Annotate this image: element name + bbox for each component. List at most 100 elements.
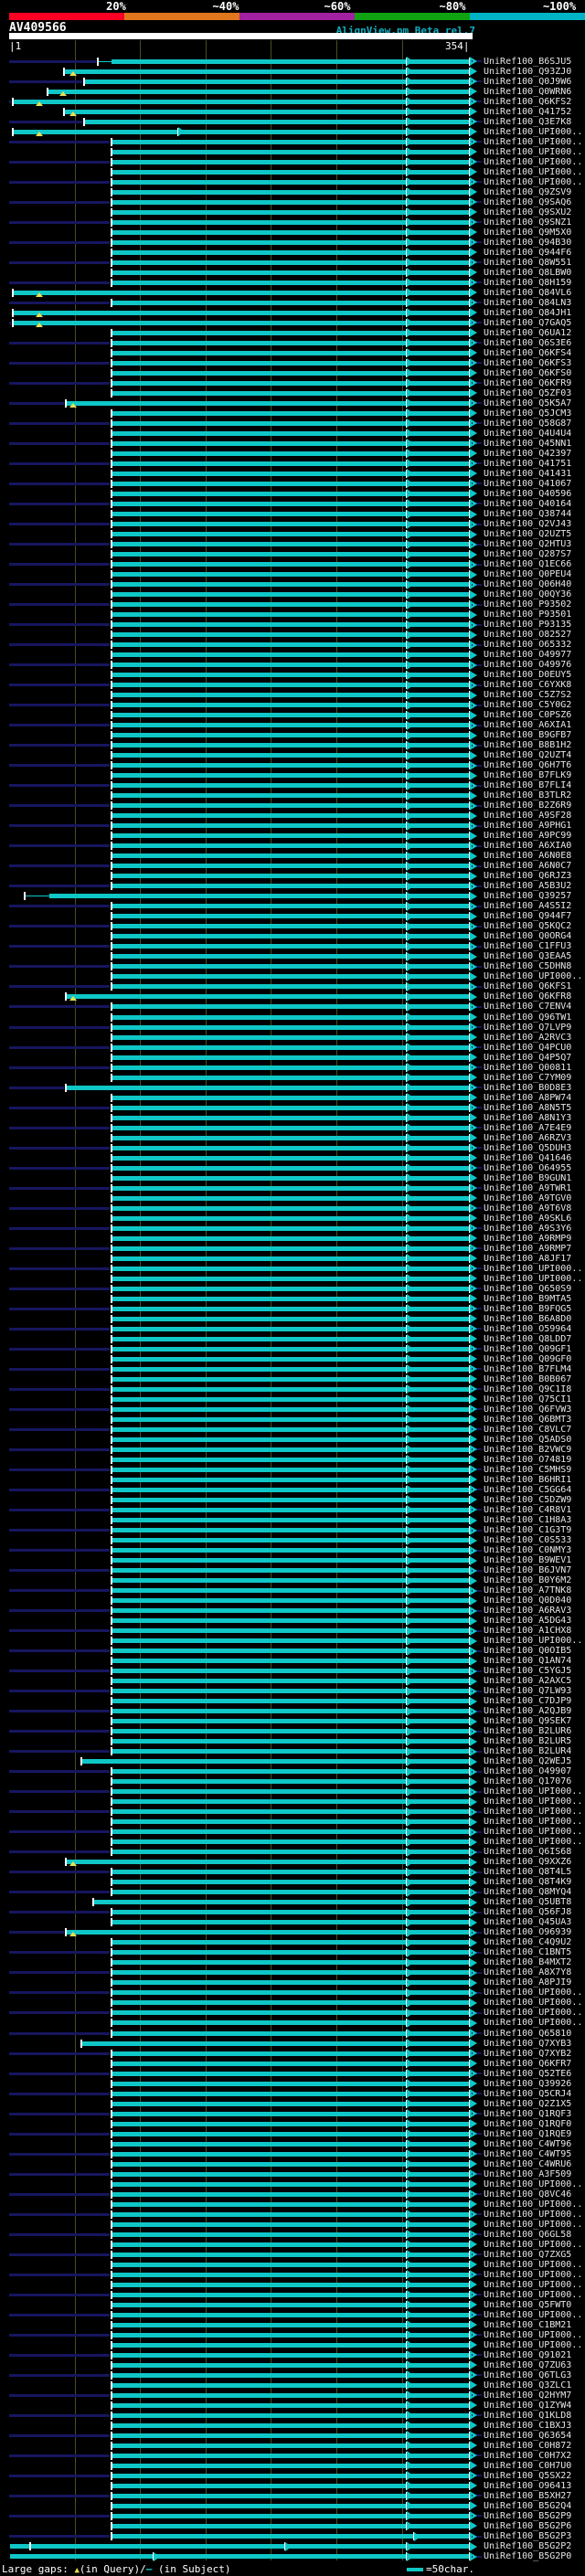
- hit-alignment-bar[interactable]: [111, 1608, 471, 1613]
- hit-alignment-bar[interactable]: [111, 733, 471, 738]
- hit-alignment-bar[interactable]: [111, 2463, 471, 2468]
- hit-alignment-bar[interactable]: [111, 1276, 471, 1281]
- hit-label[interactable]: UniRef100_UPI000..: [484, 2310, 582, 2320]
- hit-label[interactable]: UniRef100_B2LUR4: [484, 1746, 571, 1756]
- hit-alignment-bar[interactable]: [111, 2422, 471, 2428]
- hit-label[interactable]: UniRef100_Q6GL58: [484, 2230, 571, 2240]
- hit-label[interactable]: UniRef100_Q84JH1: [484, 308, 571, 318]
- hit-label[interactable]: UniRef100_A9PHG1: [484, 821, 571, 831]
- hit-label[interactable]: UniRef100_Q1RQE9: [484, 2129, 571, 2139]
- hit-label[interactable]: UniRef100_B5G2P9: [484, 2511, 571, 2521]
- hit-label[interactable]: UniRef100_Q7GAQ5: [484, 318, 571, 328]
- hit-alignment-bar[interactable]: [111, 904, 471, 909]
- hit-label[interactable]: UniRef100_Q41646: [484, 1153, 571, 1163]
- hit-label[interactable]: UniRef100_Q91021: [484, 2350, 571, 2360]
- hit-label[interactable]: UniRef100_Q41067: [484, 479, 571, 489]
- hit-alignment-bar[interactable]: [111, 209, 471, 215]
- hit-alignment-bar[interactable]: [111, 1467, 471, 1472]
- hit-label[interactable]: UniRef100_UPI000..: [484, 147, 582, 157]
- hit-label[interactable]: UniRef100_A6XIA0: [484, 841, 571, 851]
- hit-label[interactable]: UniRef100_A2AXC5: [484, 1676, 571, 1686]
- hit-alignment-bar[interactable]: [111, 1356, 471, 1362]
- hit-label[interactable]: UniRef100_Q1EC66: [484, 559, 571, 569]
- hit-alignment-bar[interactable]: [111, 1105, 471, 1110]
- hit-label[interactable]: UniRef100_Q1RQF0: [484, 2119, 571, 2129]
- hit-alignment-bar[interactable]: [111, 1135, 471, 1140]
- hit-alignment-bar[interactable]: [111, 1004, 471, 1010]
- hit-alignment-bar[interactable]: [111, 2051, 471, 2056]
- hit-alignment-bar[interactable]: [111, 2282, 471, 2287]
- hit-alignment-bar[interactable]: [111, 1749, 471, 1754]
- hit-label[interactable]: UniRef100_Q1KLD8: [484, 2411, 571, 2421]
- hit-label[interactable]: UniRef100_Q5ADS0: [484, 1435, 571, 1445]
- hit-label[interactable]: UniRef100_Q9SNZ1: [484, 217, 571, 228]
- hit-alignment-bar[interactable]: [111, 823, 471, 829]
- hit-alignment-bar[interactable]: [111, 481, 471, 486]
- hit-alignment-bar[interactable]: [111, 239, 471, 245]
- hit-alignment-bar[interactable]: [111, 1055, 471, 1060]
- hit-alignment-bar[interactable]: [111, 1779, 471, 1785]
- hit-label[interactable]: UniRef100_UPI000..: [484, 2340, 582, 2350]
- hit-label[interactable]: UniRef100_Q6KFR7: [484, 2059, 571, 2069]
- hit-label[interactable]: UniRef100_Q8MYQ4: [484, 1887, 571, 1897]
- hit-label[interactable]: UniRef100_B0D8E3: [484, 1083, 571, 1093]
- hit-label[interactable]: UniRef100_Q944F6: [484, 248, 571, 258]
- hit-label[interactable]: UniRef100_UPI000..: [484, 177, 582, 187]
- hit-label[interactable]: UniRef100_Q40164: [484, 499, 571, 509]
- hit-alignment-bar[interactable]: [111, 2201, 471, 2207]
- hit-label[interactable]: UniRef100_UPI000..: [484, 127, 582, 137]
- hit-alignment-bar[interactable]: [111, 1024, 471, 1030]
- hit-label[interactable]: UniRef100_C5DHN8: [484, 961, 571, 971]
- hit-label[interactable]: UniRef100_C7DJP9: [484, 1696, 571, 1706]
- hit-label[interactable]: UniRef100_B5XH27: [484, 2491, 571, 2501]
- hit-label[interactable]: UniRef100_Q39257: [484, 891, 571, 901]
- hit-alignment-bar[interactable]: [111, 461, 471, 466]
- hit-alignment-bar[interactable]: [111, 552, 471, 557]
- hit-alignment-bar[interactable]: [111, 1850, 471, 1855]
- hit-alignment-bar[interactable]: [111, 783, 471, 789]
- hit-label[interactable]: UniRef100_C0H7X2: [484, 2451, 571, 2461]
- hit-label[interactable]: UniRef100_A9PC99: [484, 831, 571, 841]
- hit-alignment-bar[interactable]: [111, 1789, 471, 1795]
- hit-alignment-bar[interactable]: [111, 1940, 471, 1945]
- hit-alignment-bar[interactable]: [111, 1588, 471, 1593]
- hit-label[interactable]: UniRef100_C6YXK8: [484, 680, 571, 690]
- hit-label[interactable]: UniRef100_C4WT95: [484, 2149, 571, 2159]
- hit-alignment-bar[interactable]: [111, 773, 471, 779]
- hit-alignment-bar[interactable]: [111, 1044, 471, 1050]
- hit-alignment-bar[interactable]: [111, 572, 471, 577]
- hit-alignment-bar[interactable]: [111, 673, 471, 678]
- hit-alignment-bar[interactable]: [111, 1920, 471, 1925]
- hit-alignment-bar[interactable]: [111, 1376, 471, 1382]
- hit-alignment-bar[interactable]: [111, 2262, 471, 2267]
- hit-alignment-bar[interactable]: [13, 320, 471, 325]
- hit-alignment-bar[interactable]: [111, 703, 471, 708]
- hit-alignment-bar[interactable]: [111, 340, 471, 345]
- hit-label[interactable]: UniRef100_Q6KFS0: [484, 368, 571, 378]
- hit-label[interactable]: UniRef100_B5G2Q4: [484, 2501, 571, 2511]
- hit-label[interactable]: UniRef100_Q8W551: [484, 258, 571, 268]
- hit-label[interactable]: UniRef100_B0B067: [484, 1374, 571, 1384]
- hit-label[interactable]: UniRef100_Q6BMT3: [484, 1415, 571, 1425]
- hit-label[interactable]: UniRef100_Q41751: [484, 459, 571, 469]
- hit-label[interactable]: UniRef100_UPI000..: [484, 2210, 582, 2220]
- hit-label[interactable]: UniRef100_B9WEV1: [484, 1555, 571, 1565]
- hit-label[interactable]: UniRef100_UPI000..: [484, 2008, 582, 2018]
- hit-label[interactable]: UniRef100_B5G2P2: [484, 2541, 571, 2551]
- hit-label[interactable]: UniRef100_Q5KQC2: [484, 921, 571, 931]
- hit-alignment-bar[interactable]: [111, 622, 471, 628]
- hit-alignment-bar[interactable]: [111, 1225, 471, 1231]
- hit-label[interactable]: UniRef100_UPI000..: [484, 1998, 582, 2008]
- hit-label[interactable]: UniRef100_Q41752: [484, 107, 571, 117]
- hit-label[interactable]: UniRef100_B3TLR2: [484, 790, 571, 800]
- hit-alignment-bar[interactable]: [111, 934, 471, 939]
- hit-alignment-bar[interactable]: [111, 954, 471, 959]
- hit-label[interactable]: UniRef100_Q6KFS2: [484, 97, 571, 107]
- hit-alignment-bar[interactable]: [111, 1819, 471, 1825]
- hit-alignment-bar[interactable]: [111, 169, 471, 175]
- hit-alignment-bar[interactable]: [111, 1538, 471, 1542]
- hit-alignment-bar[interactable]: [111, 1286, 471, 1291]
- hit-alignment-bar[interactable]: [111, 491, 471, 496]
- hit-label[interactable]: UniRef100_Q6KFR8: [484, 991, 571, 1002]
- hit-alignment-bar[interactable]: [111, 1095, 471, 1100]
